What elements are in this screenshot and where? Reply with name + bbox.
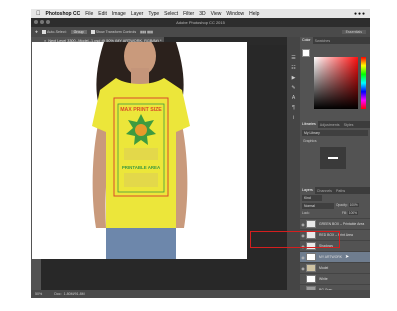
- align-icons[interactable]: ▮▮▮ ▮▮▮: [140, 30, 153, 34]
- layer-thumbnail: [306, 253, 316, 261]
- graphic-preview-mark: [328, 157, 338, 159]
- menubar-status-icons: ●●●: [353, 10, 366, 17]
- window-title: Adobe Photoshop CC 2015: [176, 20, 225, 25]
- move-tool-icon[interactable]: ✚: [35, 30, 38, 34]
- printable-area-label: PRINTABLE AREA: [122, 165, 161, 170]
- layer-thumbnail: [306, 264, 316, 272]
- auto-select-checkbox[interactable]: [42, 30, 47, 35]
- layer-filter-kind[interactable]: Kind: [302, 195, 322, 201]
- doc-size-label: Doc:: [54, 292, 62, 296]
- artwork-text-block: [124, 148, 158, 160]
- menu-view[interactable]: View: [211, 11, 222, 17]
- color-picker-field[interactable]: [314, 57, 358, 109]
- tab-layers[interactable]: Layers: [300, 187, 315, 194]
- tab-styles[interactable]: Styles: [342, 123, 356, 127]
- menu-help[interactable]: Help: [249, 11, 259, 17]
- tshirt-mockup: MAX PRINT SIZE PRINTABLE AREA: [32, 42, 247, 259]
- tab-paths[interactable]: Paths: [334, 189, 347, 193]
- character-icon[interactable]: A: [290, 95, 297, 101]
- actions-icon[interactable]: ▶: [290, 75, 297, 81]
- tab-libraries[interactable]: Libraries: [300, 121, 318, 128]
- layers-list: ◉ GREEN BOX – Printable Area ◉ RED BOX – P…: [300, 218, 370, 294]
- max-print-size-heading: MAX PRINT SIZE: [120, 107, 162, 113]
- menu-image[interactable]: Image: [112, 11, 126, 17]
- tab-adjustments[interactable]: Adjustments: [318, 123, 342, 127]
- tab-channels[interactable]: Channels: [315, 189, 334, 193]
- fill-value[interactable]: 100%: [347, 211, 359, 215]
- layer-name: MY ARTWORK: [319, 255, 343, 259]
- workspace-dropdown[interactable]: Essentials: [341, 30, 366, 34]
- menu-type[interactable]: Type: [148, 11, 159, 17]
- window-titlebar: Adobe Photoshop CC 2015: [31, 18, 370, 27]
- show-transform-label: Show Transform Controls: [95, 29, 137, 34]
- auto-select-label: Auto-Select:: [47, 29, 67, 34]
- menu-filter[interactable]: Filter: [183, 11, 194, 17]
- menu-layer[interactable]: Layer: [131, 11, 144, 17]
- hue-slider[interactable]: [361, 57, 366, 109]
- layer-row[interactable]: ◉ Model: [300, 262, 370, 273]
- menu-select[interactable]: Select: [164, 11, 178, 17]
- layer-thumbnail: [306, 220, 316, 228]
- layer-row[interactable]: ◉ GREEN BOX – Printable Area: [300, 218, 370, 229]
- properties-icon[interactable]: ☷: [290, 65, 297, 71]
- tab-swatches[interactable]: Swatches: [313, 39, 333, 43]
- opacity-label: Opacity:: [336, 203, 348, 207]
- panel-icon-strip: ☰ ☷ ▶ ✎ A ¶ i: [287, 37, 300, 290]
- menu-edit[interactable]: Edit: [98, 11, 107, 17]
- doc-size-value: 1.80M/91.8M: [63, 292, 85, 296]
- artwork-lower-text-block: [124, 173, 158, 187]
- menu-window[interactable]: Window: [226, 11, 244, 17]
- blend-mode-dropdown[interactable]: Normal: [302, 203, 334, 209]
- graphics-label: Graphics: [303, 139, 317, 143]
- layer-name: GREEN BOX – Printable Area: [319, 222, 365, 226]
- fill-label: Fill:: [342, 211, 347, 215]
- selected-layer-highlight-box: [250, 231, 340, 248]
- libraries-panel-tabs: Libraries Adjustments Styles: [300, 121, 370, 128]
- show-transform-checkbox[interactable]: [90, 30, 95, 35]
- color-panel-tabs: Color Swatches: [300, 37, 370, 44]
- status-bar: 50% Doc: 1.80M/91.8M: [31, 290, 370, 298]
- paragraph-icon[interactable]: ¶: [290, 105, 297, 111]
- mac-menubar:  Photoshop CC File Edit Image Layer Typ…: [31, 9, 370, 18]
- document-canvas[interactable]: MAX PRINT SIZE PRINTABLE AREA: [32, 42, 247, 259]
- apple-icon[interactable]: : [36, 11, 41, 17]
- color-panel-foreground-swatch[interactable]: [302, 49, 310, 57]
- zoom-window-button[interactable]: [46, 20, 50, 24]
- layer-row[interactable]: White: [300, 273, 370, 284]
- layer-name: White: [319, 277, 328, 281]
- tab-color[interactable]: Color: [300, 37, 313, 44]
- jeans: [106, 228, 176, 259]
- model-neck: [131, 68, 149, 84]
- info-icon[interactable]: i: [290, 115, 297, 121]
- cursor-pointer-icon: ➤: [345, 254, 350, 260]
- artwork-center-circle: [135, 124, 147, 136]
- right-panels: Color Swatches Libraries Adjustments Sty…: [300, 37, 370, 294]
- opacity-value[interactable]: 100%: [348, 203, 359, 207]
- library-dropdown[interactable]: My Library: [302, 130, 368, 136]
- library-graphic-thumbnail[interactable]: [320, 147, 346, 169]
- menu-file[interactable]: File: [85, 11, 93, 17]
- lock-label: Lock:: [302, 211, 310, 215]
- brush-settings-icon[interactable]: ✎: [290, 85, 297, 91]
- auto-select-group-dropdown[interactable]: Group: [70, 30, 87, 34]
- layer-thumbnail: [306, 275, 316, 283]
- layers-panel-tabs: Layers Channels Paths: [300, 187, 370, 194]
- layer-name: Model: [319, 266, 329, 270]
- window-controls: [34, 20, 50, 24]
- zoom-level[interactable]: 50%: [35, 292, 42, 296]
- layer-row-selected[interactable]: ◉ MY ARTWORK ➤: [300, 251, 370, 262]
- menu-3d[interactable]: 3D: [199, 11, 205, 17]
- menu-app-name[interactable]: Photoshop CC: [46, 11, 81, 17]
- history-icon[interactable]: ☰: [290, 55, 297, 61]
- options-bar: ✚ Auto-Select: Group Show Transform Cont…: [31, 27, 370, 37]
- close-window-button[interactable]: [34, 20, 38, 24]
- minimize-window-button[interactable]: [40, 20, 44, 24]
